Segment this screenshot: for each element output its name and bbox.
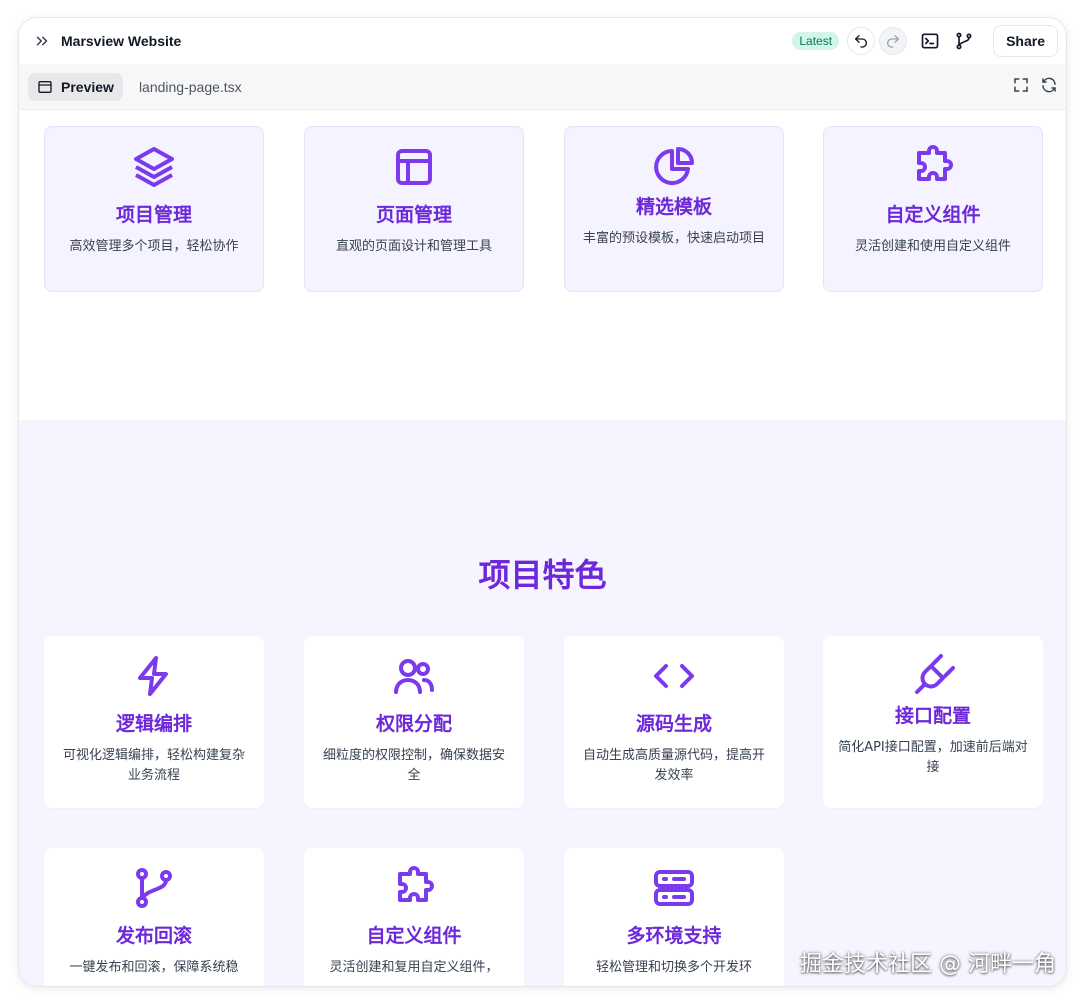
code-icon	[654, 664, 694, 688]
watermark: 掘金技术社区 @ 河畔一角	[800, 952, 1056, 977]
feature-card-permissions: 权限分配 细粒度的权限控制，确保数据安全	[304, 636, 524, 808]
git-branch-icon	[956, 32, 972, 50]
tab-source-file[interactable]: landing-page.tsx	[139, 79, 242, 95]
card-description: 丰富的预设模板，快速启动项目	[582, 231, 765, 246]
card-description: 细粒度的权限控制，确保数据安全	[322, 748, 505, 783]
card-description: 直观的页面设计和管理工具	[335, 239, 492, 254]
card-title: 自定义组件	[366, 925, 462, 947]
version-badge: Latest	[792, 32, 840, 50]
redo-button[interactable]	[879, 27, 908, 55]
title-bar: Marsview Website Latest Share	[19, 18, 1066, 64]
card-title: 页面管理	[375, 204, 452, 226]
features-section: 项目特色 逻辑编排 可视化逻辑编排，轻松构建复杂业务流程 权限分配 细粒度的权限…	[19, 420, 1066, 986]
card-description: 简化API接口配置，加速前后端对接	[838, 740, 1028, 775]
undo-icon	[855, 35, 868, 48]
fullscreen-button[interactable]	[1012, 76, 1030, 98]
app-window: Marsview Website Latest Share Preview la…	[19, 18, 1066, 986]
puzzle-icon	[398, 866, 434, 902]
card-title: 逻辑编排	[115, 713, 192, 735]
share-button[interactable]: Share	[993, 25, 1058, 57]
layers-icon	[134, 147, 174, 187]
feature-card-api: 接口配置 简化API接口配置，加速前后端对接	[823, 636, 1043, 808]
browser-window-icon	[38, 80, 52, 93]
project-title: Marsview Website	[61, 33, 182, 49]
feature-card-codegen: 源码生成 自动生成高质量源代码，提高开发效率	[564, 636, 784, 808]
expand-sidebar-icon[interactable]	[33, 32, 51, 50]
card-title: 多环境支持	[626, 925, 722, 947]
card-description: 高效管理多个项目，轻松协作	[69, 239, 239, 254]
users-icon	[394, 659, 434, 694]
card-description: 灵活创建和复用自定义组件，	[329, 960, 499, 975]
features-heading: 项目特色	[478, 556, 607, 594]
branch-button[interactable]	[949, 26, 979, 56]
feature-card-custom-components: 自定义组件 灵活创建和复用自定义组件，	[304, 848, 524, 986]
overview-section: 项目管理 高效管理多个项目，轻松协作 页面管理 直观的页面设计和管理工具 精选模…	[19, 110, 1066, 420]
card-title: 源码生成	[635, 713, 712, 735]
preview-toolbar: Preview landing-page.tsx	[19, 64, 1066, 110]
card-description: 灵活创建和使用自定义组件	[854, 239, 1011, 254]
tab-preview[interactable]: Preview	[28, 72, 123, 101]
bolt-icon	[138, 656, 168, 696]
tab-preview-label: Preview	[61, 78, 114, 95]
feature-card-environments: 多环境支持 轻松管理和切换多个开发环	[564, 848, 784, 986]
fullscreen-icon	[1014, 78, 1028, 92]
preview-canvas: 项目管理 高效管理多个项目，轻松协作 页面管理 直观的页面设计和管理工具 精选模…	[19, 110, 1066, 986]
layout-icon	[396, 149, 432, 185]
undo-button[interactable]	[847, 27, 876, 55]
card-title: 项目管理	[115, 204, 192, 226]
card-description: 轻松管理和切换多个开发环	[595, 960, 752, 975]
pie-chart-icon	[654, 147, 694, 185]
card-description: 自动生成高质量源代码，提高开发效率	[582, 748, 765, 783]
card-title: 精选模板	[635, 196, 712, 218]
overview-card-components: 自定义组件 灵活创建和使用自定义组件	[823, 126, 1043, 292]
refresh-button[interactable]	[1040, 76, 1058, 98]
card-description: 一键发布和回滚，保障系统稳	[69, 960, 239, 975]
feature-card-release: 发布回滚 一键发布和回滚，保障系统稳	[44, 848, 264, 986]
puzzle-icon	[917, 145, 953, 181]
git-branch-icon	[136, 868, 172, 908]
card-title: 权限分配	[375, 713, 452, 735]
overview-card-projects: 项目管理 高效管理多个项目，轻松协作	[44, 126, 264, 292]
server-icon	[654, 870, 694, 906]
card-title: 接口配置	[894, 705, 971, 727]
card-title: 自定义组件	[885, 204, 981, 226]
card-title: 发布回滚	[115, 925, 192, 947]
overview-card-pages: 页面管理 直观的页面设计和管理工具	[304, 126, 524, 292]
terminal-icon	[921, 33, 939, 49]
terminal-button[interactable]	[915, 26, 945, 56]
refresh-icon	[1042, 77, 1056, 93]
feature-card-logic: 逻辑编排 可视化逻辑编排，轻松构建复杂业务流程	[44, 636, 264, 808]
card-description: 可视化逻辑编排，轻松构建复杂业务流程	[62, 748, 245, 783]
plug-icon	[915, 654, 955, 694]
overview-card-templates: 精选模板 丰富的预设模板，快速启动项目	[564, 126, 784, 292]
redo-icon	[887, 35, 900, 48]
